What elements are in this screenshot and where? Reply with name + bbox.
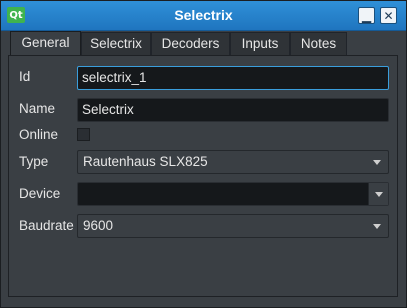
id-input[interactable]: selectrix_1 — [77, 66, 389, 90]
device-dropdown-button[interactable] — [368, 183, 388, 205]
title-bar[interactable]: Qt Selectrix ▁ ✕ — [1, 1, 406, 31]
type-label: Type — [19, 154, 49, 169]
name-label: Name — [19, 101, 56, 116]
baudrate-label: Baudrate — [19, 218, 74, 233]
minimize-icon: ▁ — [361, 8, 372, 23]
baudrate-select-value: 9600 — [83, 218, 114, 233]
tab-selectrix[interactable]: Selectrix — [81, 32, 151, 55]
tab-notes[interactable]: Notes — [290, 32, 347, 55]
chevron-down-icon — [373, 224, 381, 229]
chevron-down-icon — [373, 160, 381, 165]
name-input[interactable]: Selectrix — [77, 98, 389, 122]
tab-inputs[interactable]: Inputs — [230, 32, 290, 55]
chevron-down-icon — [375, 192, 383, 197]
baudrate-select[interactable]: 9600 — [77, 214, 389, 238]
online-checkbox[interactable] — [77, 128, 90, 141]
type-select-value: Rautenhaus SLX825 — [83, 154, 208, 169]
online-label: Online — [19, 127, 59, 142]
tab-general[interactable]: General — [10, 31, 81, 57]
tab-decoders[interactable]: Decoders — [151, 32, 230, 55]
tab-bar: General Selectrix Decoders Inputs Notes — [10, 31, 400, 57]
close-button[interactable]: ✕ — [380, 7, 397, 24]
device-label: Device — [19, 186, 61, 201]
close-icon: ✕ — [383, 8, 394, 23]
type-select[interactable]: Rautenhaus SLX825 — [77, 150, 389, 174]
resize-grip-icon[interactable] — [397, 298, 403, 304]
general-tab-panel — [8, 55, 398, 297]
device-select[interactable] — [77, 182, 389, 206]
id-label: Id — [19, 69, 31, 84]
minimize-button[interactable]: ▁ — [358, 7, 375, 24]
dialog-window: Qt Selectrix ▁ ✕ General Selectrix Decod… — [0, 0, 407, 308]
window-title: Selectrix — [174, 7, 233, 23]
